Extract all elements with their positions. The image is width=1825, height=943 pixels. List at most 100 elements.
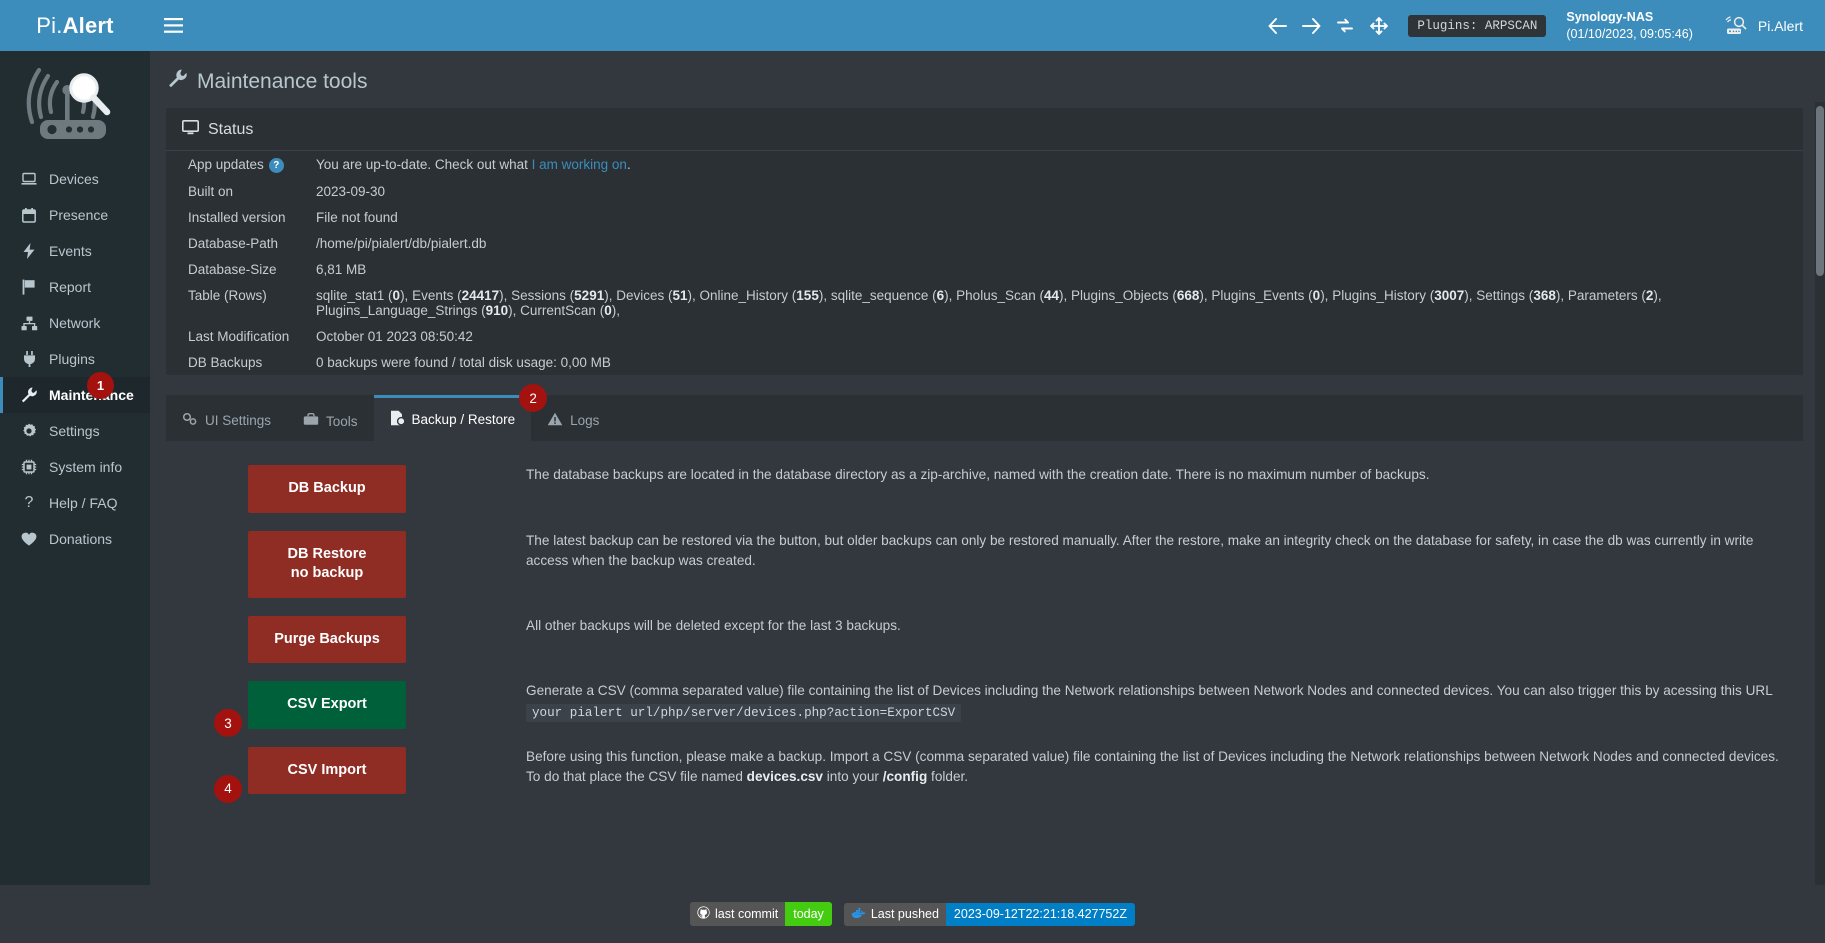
docker-icon bbox=[851, 907, 866, 922]
db-table-row-count: 44 bbox=[1043, 287, 1060, 303]
sidebar-item-system-info[interactable]: System info bbox=[0, 449, 150, 485]
sidebar-item-label: Events bbox=[49, 243, 92, 259]
help-icon[interactable]: ? bbox=[268, 157, 284, 173]
table-row: Database-Path /home/pi/pialert/db/pialer… bbox=[166, 230, 1803, 256]
csv-import-button[interactable]: CSV Import bbox=[248, 746, 406, 795]
navbar: Plugins: ARPSCAN Synology-NAS (01/10/202… bbox=[150, 0, 1825, 51]
sidebar-item-donations[interactable]: Donations bbox=[0, 521, 150, 557]
db-table-entry: Settings (368), bbox=[1476, 288, 1568, 303]
db-table-sep: ), bbox=[508, 302, 521, 318]
db-table-sep: ), bbox=[1653, 287, 1662, 303]
csv-export-button[interactable]: CSV Export bbox=[248, 681, 406, 729]
db-table-entry: Plugins_History (3007), bbox=[1332, 288, 1476, 303]
wrench-icon bbox=[19, 387, 39, 403]
sidebar-item-events[interactable]: Events bbox=[0, 233, 150, 269]
sidebar-item-label: Report bbox=[49, 279, 92, 295]
db-table-name: Plugins_History ( bbox=[1332, 287, 1435, 303]
heart-icon bbox=[19, 532, 39, 546]
db-table-row-count: 0 bbox=[604, 302, 612, 318]
hamburger-icon[interactable] bbox=[150, 0, 196, 51]
monitor-icon bbox=[182, 120, 199, 140]
db-backup-button[interactable]: DB Backup bbox=[248, 465, 406, 513]
tab-tools[interactable]: Tools bbox=[287, 398, 374, 441]
app-root: Pi. Alert Plugins: ARPSCAN Synology-NAS … bbox=[0, 0, 1825, 943]
warning-triangle-icon bbox=[547, 412, 563, 429]
sidebar-item-network[interactable]: Network bbox=[0, 305, 150, 341]
file-shield-icon bbox=[390, 410, 406, 429]
content-inner: Maintenance tools Status App updates? Yo… bbox=[150, 51, 1825, 823]
last-pushed-badge[interactable]: Last pushed 2023-09-12T22:21:18.427752Z bbox=[843, 902, 1135, 926]
db-table-entry: Plugins_Events (0), bbox=[1211, 288, 1332, 303]
host-time: (01/10/2023, 09:05:46) bbox=[1566, 26, 1693, 41]
plugin-status-chip[interactable]: Plugins: ARPSCAN bbox=[1408, 14, 1547, 37]
db-table-entry: Pholus_Scan (44), bbox=[956, 288, 1071, 303]
status-key: Last Modification bbox=[188, 328, 290, 344]
sidebar-item-label: Settings bbox=[49, 423, 100, 439]
action-row-csv-export: 3 CSV Export Generate a CSV (comma separ… bbox=[166, 681, 1803, 738]
db-table-name: Online_History ( bbox=[699, 287, 797, 303]
working-on-link[interactable]: I am working on bbox=[532, 157, 627, 172]
arrow-left-icon[interactable] bbox=[1260, 17, 1294, 34]
sidebar-item-plugins[interactable]: Plugins bbox=[0, 341, 150, 377]
status-key: Database-Size bbox=[188, 261, 277, 277]
db-table-entry: CurrentScan (0), bbox=[520, 303, 620, 318]
sidebar-item-label: Presence bbox=[49, 207, 109, 223]
brand-thin: Pi. bbox=[36, 12, 63, 38]
db-table-sep: ), bbox=[944, 287, 957, 303]
app-update-text: You are up-to-date. Check out what bbox=[316, 156, 532, 172]
status-panel-title: Status bbox=[208, 121, 254, 138]
chip-icon bbox=[19, 459, 39, 475]
sidebar-item-report[interactable]: Report bbox=[0, 269, 150, 305]
db-restore-description: The latest backup can be restored via th… bbox=[526, 532, 1754, 568]
scrollbar-thumb[interactable] bbox=[1816, 106, 1824, 276]
sidebar-item-maintenance[interactable]: Maintenance 1 bbox=[0, 372, 150, 413]
sitemap-icon bbox=[19, 316, 39, 331]
avatar bbox=[1723, 15, 1749, 36]
move-arrows-icon[interactable] bbox=[1362, 16, 1396, 35]
db-table-row-count: 155 bbox=[796, 287, 819, 303]
csv-export-url-code: your pialert url/php/server/devices.php?… bbox=[526, 703, 962, 722]
last-commit-badge[interactable]: last commit today bbox=[690, 902, 832, 926]
tab-label: Backup / Restore bbox=[411, 412, 516, 427]
db-table-sep: ), bbox=[818, 287, 831, 303]
db-table-name: Settings ( bbox=[1476, 287, 1534, 303]
db-table-name: Events ( bbox=[412, 287, 462, 303]
db-table-name: Plugins_Language_Strings ( bbox=[316, 302, 486, 318]
user-label: Pi.Alert bbox=[1757, 17, 1803, 34]
db-table-name: Plugins_Objects ( bbox=[1071, 287, 1177, 303]
status-value: 2023-09-30 bbox=[316, 183, 386, 199]
refresh-icon[interactable] bbox=[1328, 17, 1362, 34]
purge-backups-button[interactable]: Purge Backups bbox=[248, 615, 406, 664]
db-restore-button-line-0: DB Restore bbox=[287, 545, 367, 562]
plug-icon bbox=[19, 351, 39, 367]
button-cell: Purge Backups bbox=[166, 615, 526, 664]
sidebar-item-label: Help / FAQ bbox=[49, 495, 118, 511]
table-row: Last Modification October 01 2023 08:50:… bbox=[166, 323, 1803, 349]
status-value: /home/pi/pialert/db/pialert.db bbox=[316, 235, 487, 251]
db-table-entry: Plugins_Objects (668), bbox=[1071, 288, 1211, 303]
db-table-row-count: 0 bbox=[392, 287, 401, 303]
vertical-scrollbar[interactable] bbox=[1815, 102, 1825, 885]
db-restore-button[interactable]: DB Restore no backup bbox=[248, 530, 406, 598]
action-row-purge-backups: Purge Backups All other backups will be … bbox=[166, 615, 1803, 664]
db-table-name: CurrentScan ( bbox=[520, 302, 605, 318]
tab-backup-restore[interactable]: Backup / Restore 2 bbox=[373, 384, 548, 441]
user-menu[interactable]: Pi.Alert bbox=[1723, 15, 1803, 36]
tab-ui-settings[interactable]: UI Settings bbox=[166, 397, 287, 441]
navbar-right: Plugins: ARPSCAN Synology-NAS (01/10/202… bbox=[1260, 9, 1803, 43]
db-table-row-count: 3007 bbox=[1434, 287, 1465, 303]
last-pushed-value: 2023-09-12T22:21:18.427752Z bbox=[945, 902, 1135, 926]
sidebar-item-help-faq[interactable]: ? Help / FAQ bbox=[0, 485, 150, 521]
sidebar: Devices Presence Events Report Network P… bbox=[0, 51, 150, 885]
table-row: DB Backups 0 backups were found / total … bbox=[166, 349, 1803, 375]
csv-import-desc-mid: into your bbox=[823, 769, 883, 785]
table-row: Built on 2023-09-30 bbox=[166, 178, 1803, 204]
brand-logo[interactable]: Pi. Alert bbox=[0, 0, 150, 51]
sidebar-item-presence[interactable]: Presence bbox=[0, 197, 150, 233]
bolt-icon bbox=[19, 243, 39, 259]
sidebar-item-devices[interactable]: Devices bbox=[0, 161, 150, 197]
wrench-icon bbox=[168, 69, 187, 94]
sidebar-item-settings[interactable]: Settings bbox=[0, 413, 150, 449]
csv-import-step-badge: 4 bbox=[214, 774, 242, 803]
arrow-right-icon[interactable] bbox=[1294, 17, 1328, 34]
